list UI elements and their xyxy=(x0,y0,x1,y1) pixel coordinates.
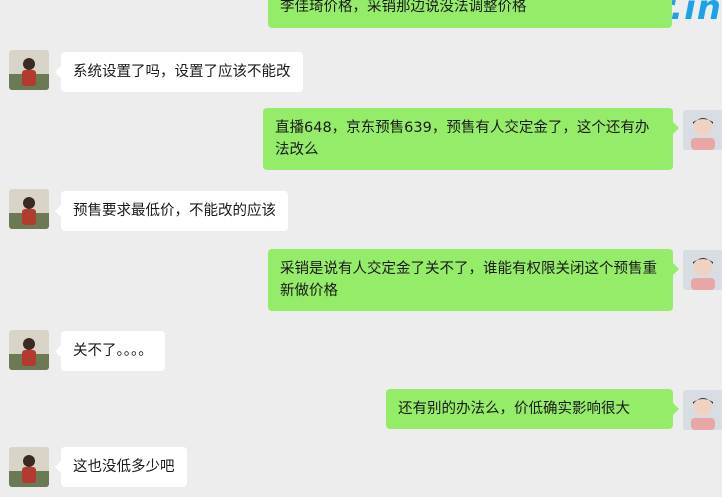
contact-avatar-image xyxy=(9,330,49,370)
message-bubble-outgoing[interactable]: 李佳琦价格，采销那边说没法调整价格 xyxy=(268,0,672,28)
contact-avatar[interactable] xyxy=(9,447,49,487)
contact-avatar-image xyxy=(9,447,49,487)
user-avatar[interactable] xyxy=(683,390,722,430)
contact-avatar-image xyxy=(9,50,49,90)
message-text: 李佳琦价格，采销那边说没法调整价格 xyxy=(280,0,527,15)
contact-avatar[interactable] xyxy=(9,50,49,90)
message-text: 还有别的办法么，价低确实影响很大 xyxy=(398,401,630,417)
message-bubble-outgoing[interactable]: 直播648，京东预售639，预售有人交定金了，这个还有办法改么 xyxy=(263,108,679,170)
user-avatar-image xyxy=(683,390,722,430)
message-text: 采销是说有人交定金了关不了，谁能有权限关闭这个预售重新做价格 xyxy=(280,261,657,299)
message-text: 直播648，京东预售639，预售有人交定金了，这个还有办法改么 xyxy=(275,120,650,158)
message-bubble-outgoing[interactable]: 采销是说有人交定金了关不了，谁能有权限关闭这个预售重新做价格 xyxy=(268,249,679,311)
user-avatar[interactable] xyxy=(683,110,722,150)
contact-avatar[interactable] xyxy=(9,330,49,370)
contact-avatar[interactable] xyxy=(9,189,49,229)
contact-avatar-image xyxy=(9,189,49,229)
message-text: 这也没低多少吧 xyxy=(73,459,175,475)
message-text: 系统设置了吗，设置了应该不能改 xyxy=(73,64,291,80)
message-text: 关不了。。。。 xyxy=(73,343,153,359)
user-avatar[interactable] xyxy=(683,250,722,290)
message-bubble-incoming[interactable]: 系统设置了吗，设置了应该不能改 xyxy=(55,52,303,92)
user-avatar-image xyxy=(683,110,722,150)
user-avatar-image xyxy=(683,250,722,290)
message-bubble-incoming[interactable]: 预售要求最低价，不能改的应该 xyxy=(55,191,288,231)
message-bubble-outgoing[interactable]: 还有别的办法么，价低确实影响很大 xyxy=(386,389,679,429)
message-bubble-incoming[interactable]: 这也没低多少吧 xyxy=(55,447,187,487)
message-text: 预售要求最低价，不能改的应该 xyxy=(73,203,276,219)
message-bubble-incoming[interactable]: 关不了。。。。 xyxy=(55,331,165,371)
